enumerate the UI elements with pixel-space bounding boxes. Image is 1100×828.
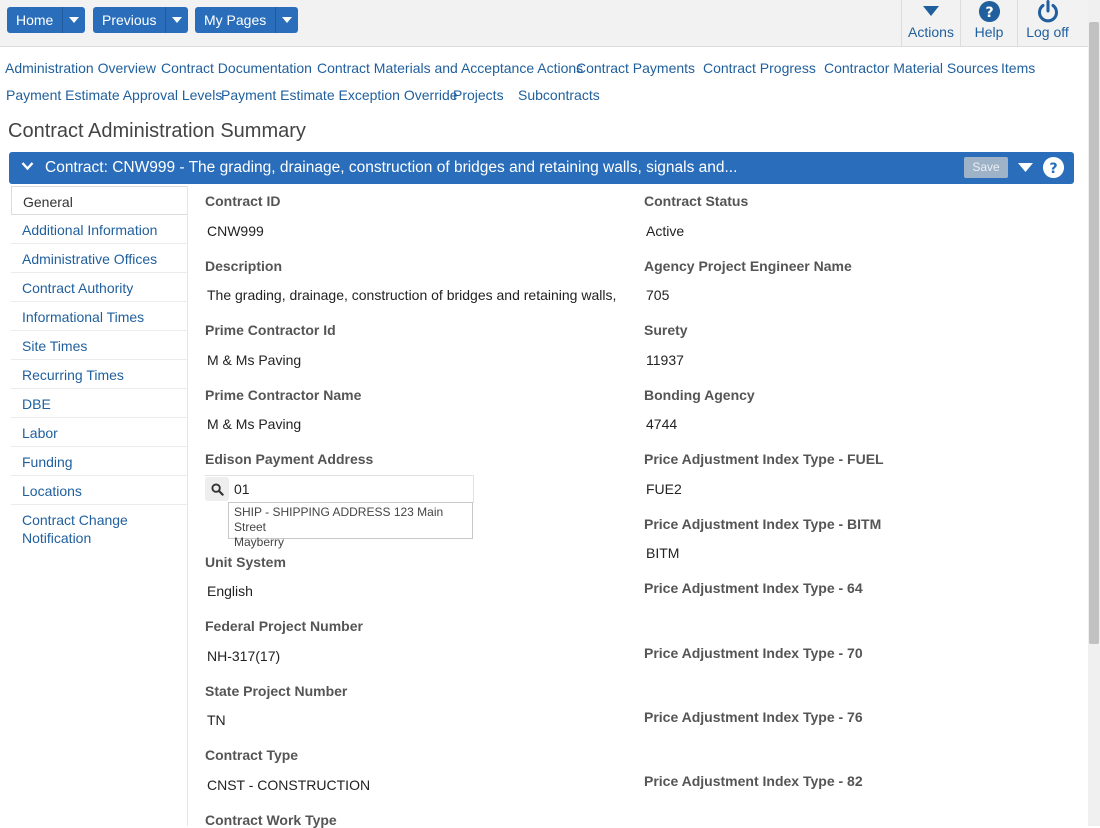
edison-payment-address-input[interactable]: 01 (234, 481, 250, 497)
price-adj-bitm-label: Price Adjustment Index Type - BITM (644, 516, 882, 532)
edison-payment-address-lookup[interactable]: 01 (205, 475, 474, 503)
search-button[interactable] (205, 477, 229, 501)
contract-panel-header[interactable]: Contract: CNW999 - The grading, drainage… (9, 152, 1074, 184)
search-icon (210, 482, 224, 496)
surety-label: Surety (644, 322, 688, 338)
bonding-agency-label: Bonding Agency (644, 387, 755, 403)
price-adj-fuel-value: FUE2 (646, 481, 682, 497)
chevron-down-icon (69, 17, 80, 23)
contract-type-label: Contract Type (205, 747, 299, 763)
link-contract-documentation[interactable]: Contract Documentation (161, 60, 312, 76)
tab-contract-authority[interactable]: Contract Authority (11, 273, 187, 302)
description-label: Description (205, 258, 283, 274)
link-projects[interactable]: Projects (453, 87, 504, 103)
home-split-button[interactable]: Home (7, 7, 86, 33)
help-icon: ? (978, 0, 1001, 23)
top-toolbar: Home Previous My Pages Actions ? Help Lo… (0, 0, 1088, 47)
link-payment-estimate-exception-override[interactable]: Payment Estimate Exception Override (221, 87, 458, 103)
tab-contract-change-notification[interactable]: Contract Change Notification (11, 505, 131, 551)
tab-administrative-offices[interactable]: Administrative Offices (11, 244, 187, 273)
suggestion-line-2: Mayberry (234, 535, 285, 549)
actions-label: Actions (908, 24, 954, 40)
svg-text:?: ? (985, 5, 993, 21)
state-project-number-label: State Project Number (205, 683, 348, 699)
surety-value: 11937 (646, 352, 684, 368)
address-suggestion[interactable]: SHIP - SHIPPING ADDRESS 123 Main Street … (228, 502, 473, 549)
tab-dbe[interactable]: DBE (11, 389, 187, 418)
federal-project-number-value: NH-317(17) (207, 648, 281, 664)
power-icon (1038, 0, 1058, 23)
price-adj-82-label: Price Adjustment Index Type - 82 (644, 773, 863, 789)
help-label: Help (974, 24, 1004, 40)
home-dropdown-button[interactable] (63, 7, 86, 33)
agency-project-engineer-label: Agency Project Engineer Name (644, 258, 852, 274)
previous-split-button[interactable]: Previous (93, 7, 189, 33)
bonding-agency-value: 4744 (646, 416, 678, 432)
description-value: The grading, drainage, construction of b… (207, 287, 617, 303)
chevron-down-icon[interactable] (21, 161, 34, 171)
state-project-number-value: TN (207, 712, 226, 728)
price-adj-bitm-value: BITM (646, 545, 680, 561)
price-adj-76-label: Price Adjustment Index Type - 76 (644, 709, 863, 725)
logoff-button[interactable]: Log off (1017, 0, 1077, 46)
price-adj-64-label: Price Adjustment Index Type - 64 (644, 580, 863, 596)
agency-project-engineer-value: 705 (646, 287, 670, 303)
caret-down-icon[interactable] (1018, 163, 1033, 173)
link-items[interactable]: Items (1001, 60, 1035, 76)
tab-informational-times[interactable]: Informational Times (11, 302, 187, 331)
actions-menu-button[interactable]: Actions (901, 0, 960, 46)
price-adj-fuel-label: Price Adjustment Index Type - FUEL (644, 451, 884, 467)
mypages-button[interactable]: My Pages (195, 7, 277, 33)
contract-status-value: Active (646, 223, 685, 239)
prime-contractor-name-value: M & Ms Paving (207, 416, 302, 432)
previous-dropdown-button[interactable] (166, 7, 189, 33)
link-contract-progress[interactable]: Contract Progress (703, 60, 816, 76)
link-contractor-material-sources[interactable]: Contractor Material Sources (824, 60, 998, 76)
contract-id-label: Contract ID (205, 193, 281, 209)
scrollbar-thumb[interactable] (1089, 22, 1099, 644)
svg-text:?: ? (1049, 161, 1057, 177)
tab-labor[interactable]: Labor (11, 418, 187, 447)
page-title: Contract Administration Summary (8, 120, 306, 142)
save-button[interactable]: Save (964, 157, 1008, 178)
mypages-dropdown-button[interactable] (276, 7, 299, 33)
unit-system-value: English (207, 583, 253, 599)
tab-general[interactable]: General (11, 186, 187, 215)
tab-funding[interactable]: Funding (11, 447, 187, 476)
tab-site-times[interactable]: Site Times (11, 331, 187, 360)
previous-button[interactable]: Previous (93, 7, 167, 33)
caret-down-icon (923, 6, 939, 16)
help-button[interactable]: ? Help (960, 0, 1017, 46)
contract-id-value: CNW999 (207, 223, 264, 239)
chevron-down-icon (172, 17, 183, 23)
tab-recurring-times[interactable]: Recurring Times (11, 360, 187, 389)
federal-project-number-label: Federal Project Number (205, 618, 363, 634)
logoff-label: Log off (1026, 24, 1069, 40)
help-icon[interactable]: ? (1042, 156, 1065, 179)
contract-type-value: CNST - CONSTRUCTION (207, 777, 371, 793)
panel-title: Contract: CNW999 - The grading, drainage… (45, 159, 738, 176)
mypages-split-button[interactable]: My Pages (195, 7, 299, 33)
link-contract-payments[interactable]: Contract Payments (576, 60, 695, 76)
link-subcontracts[interactable]: Subcontracts (518, 87, 600, 103)
link-payment-estimate-approval-levels[interactable]: Payment Estimate Approval Levels (6, 87, 222, 103)
link-contract-materials[interactable]: Contract Materials and Acceptance Action… (317, 60, 583, 76)
suggestion-line-1: SHIP - SHIPPING ADDRESS 123 Main Street (234, 505, 444, 534)
prime-contractor-id-label: Prime Contractor Id (205, 322, 336, 338)
home-button[interactable]: Home (7, 7, 64, 33)
price-adj-70-label: Price Adjustment Index Type - 70 (644, 645, 863, 661)
link-administration-overview[interactable]: Administration Overview (5, 60, 156, 76)
chevron-down-icon (282, 17, 293, 23)
tab-additional-information[interactable]: Additional Information (11, 215, 187, 244)
edison-payment-address-label: Edison Payment Address (205, 451, 374, 467)
prime-contractor-name-label: Prime Contractor Name (205, 387, 362, 403)
general-form: Contract ID CNW999 Description The gradi… (187, 186, 1089, 828)
contract-status-label: Contract Status (644, 193, 749, 209)
tab-locations[interactable]: Locations (11, 476, 187, 505)
vertical-scrollbar[interactable] (1088, 0, 1100, 826)
prime-contractor-id-value: M & Ms Paving (207, 352, 302, 368)
unit-system-label: Unit System (205, 554, 286, 570)
